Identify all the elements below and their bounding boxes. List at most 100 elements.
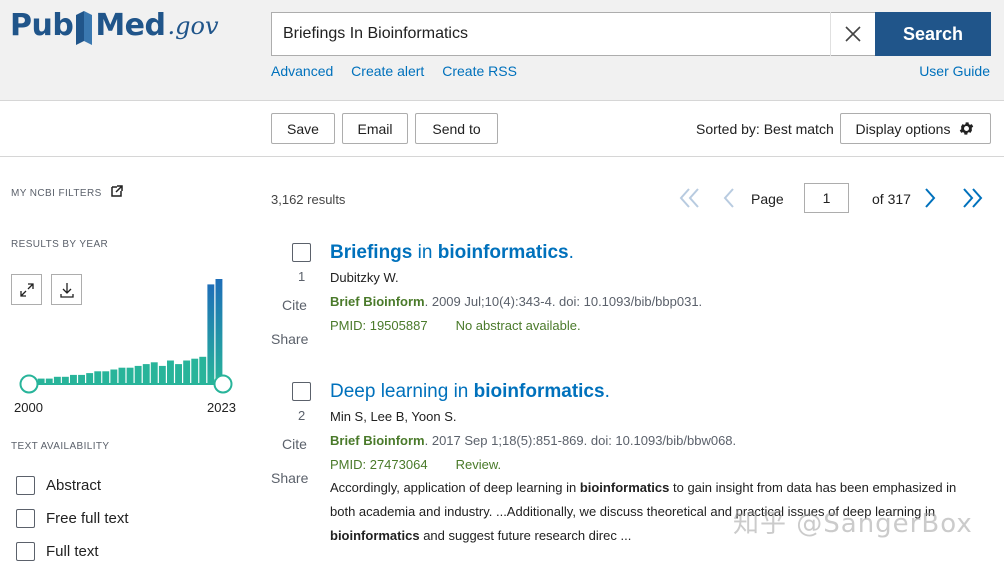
sort-label[interactable]: Sorted by: Best match: [696, 121, 834, 137]
first-page-icon[interactable]: [678, 187, 702, 209]
year-bar[interactable]: [215, 279, 223, 384]
previous-page-icon[interactable]: [721, 187, 737, 209]
share-button[interactable]: Share: [271, 470, 308, 486]
result-checkbox[interactable]: [292, 382, 311, 401]
my-ncbi-filters-label[interactable]: My NCBI Filters: [11, 185, 123, 199]
display-options-button[interactable]: Display options: [840, 113, 991, 144]
citation-details: . 2017 Sep 1;18(5):851-869. doi: 10.1093…: [424, 433, 737, 448]
year-bar[interactable]: [134, 365, 142, 384]
snippet-part: bioinformatics: [579, 480, 670, 495]
search-links: Advanced Create alert Create RSS: [271, 63, 531, 79]
year-bar[interactable]: [207, 284, 215, 384]
filter-label: Full text: [46, 543, 99, 560]
journal-name: Brief Bioinform: [330, 294, 425, 309]
results-by-year-chart[interactable]: [11, 270, 243, 400]
result-note: No abstract available.: [455, 318, 581, 333]
title-part: .: [604, 381, 610, 402]
result-note: Review.: [455, 457, 502, 472]
range-handle-end[interactable]: [213, 374, 233, 394]
result-title-link[interactable]: Deep learning in bioinformatics.: [330, 381, 610, 403]
send-to-button[interactable]: Send to: [415, 113, 498, 144]
pmid: PMID: 19505887: [330, 318, 428, 333]
create-alert-link[interactable]: Create alert: [351, 63, 424, 79]
text-availability-label: Text availability: [11, 441, 110, 452]
filter-label: Abstract: [46, 477, 102, 494]
title-part: Briefings: [330, 242, 413, 263]
search-button[interactable]: Search: [875, 12, 991, 56]
filter-label: Free full text: [46, 510, 129, 527]
range-handle-start[interactable]: [19, 374, 39, 394]
year-bar[interactable]: [199, 356, 207, 384]
year-bar[interactable]: [150, 362, 158, 384]
year-bar[interactable]: [70, 374, 77, 384]
my-ncbi-filters-text: My NCBI Filters: [11, 188, 102, 199]
year-bar[interactable]: [126, 367, 134, 384]
filter-full-text[interactable]: Full text: [16, 542, 99, 561]
close-icon: [845, 26, 861, 42]
results-toolbar: Save Email Send to Sorted by: Best match…: [0, 101, 1004, 157]
snippet-part: and suggest future research direc ...: [419, 528, 632, 543]
year-bar[interactable]: [183, 360, 191, 385]
result-number: 2: [298, 408, 306, 423]
share-button[interactable]: Share: [271, 331, 308, 347]
year-bar[interactable]: [102, 371, 110, 384]
clear-search-button[interactable]: [830, 12, 875, 56]
free-full-text-checkbox[interactable]: [16, 509, 35, 528]
year-bar[interactable]: [167, 360, 174, 385]
title-part: Deep learning in: [330, 381, 474, 402]
page-number-input[interactable]: [804, 183, 849, 213]
result-number: 1: [298, 269, 306, 284]
title-part: bioinformatics: [437, 242, 569, 263]
external-link-icon: [111, 185, 123, 197]
year-bar[interactable]: [94, 371, 102, 384]
result-checkbox[interactable]: [292, 243, 311, 262]
title-part: bioinformatics: [473, 381, 605, 402]
last-page-icon[interactable]: [960, 187, 984, 209]
year-bar[interactable]: [78, 374, 85, 384]
year-bar[interactable]: [86, 373, 94, 384]
save-button[interactable]: Save: [271, 113, 335, 144]
result-citation: Brief Bioinform. 2017 Sep 1;18(5):851-86…: [330, 433, 736, 448]
display-options-label: Display options: [855, 120, 951, 137]
year-bar[interactable]: [110, 369, 118, 385]
title-part: .: [568, 242, 574, 263]
year-bar[interactable]: [158, 365, 166, 384]
user-guide-link[interactable]: User Guide: [919, 63, 990, 79]
logo-gov: .gov: [167, 12, 219, 40]
title-part: in: [412, 242, 438, 263]
result-meta: PMID: 27473064 Review.: [330, 457, 501, 472]
filter-abstract[interactable]: Abstract: [16, 476, 101, 495]
total-pages: of 317: [872, 191, 911, 207]
result-meta: PMID: 19505887 No abstract available.: [330, 318, 581, 333]
snippet-part: bioinformatics: [330, 528, 420, 543]
year-bar[interactable]: [175, 364, 182, 384]
year-bar[interactable]: [118, 367, 126, 384]
result-authors: Dubitzky W.: [330, 270, 399, 285]
result-citation: Brief Bioinform. 2009 Jul;10(4):343-4. d…: [330, 294, 702, 309]
pubmed-logo[interactable]: Pub Med .gov: [10, 8, 219, 45]
advanced-link[interactable]: Advanced: [271, 63, 333, 79]
year-bar[interactable]: [142, 364, 150, 384]
year-end-label: 2023: [207, 400, 236, 415]
search-input[interactable]: [272, 13, 832, 55]
year-bar[interactable]: [191, 358, 199, 384]
results-by-year-label: Results by year: [11, 239, 109, 250]
filter-free-full-text[interactable]: Free full text: [16, 509, 129, 528]
full-text-checkbox[interactable]: [16, 542, 35, 561]
result-authors: Min S, Lee B, Yoon S.: [330, 409, 457, 424]
header: Pub Med .gov Search Advanced Create aler…: [0, 0, 1004, 101]
cite-button[interactable]: Cite: [282, 436, 307, 452]
abstract-checkbox[interactable]: [16, 476, 35, 495]
email-button[interactable]: Email: [342, 113, 408, 144]
citation-details: . 2009 Jul;10(4):343-4. doi: 10.1093/bib…: [424, 294, 703, 309]
book-icon: [76, 11, 93, 45]
snippet-part: Accordingly, application of deep learnin…: [330, 480, 580, 495]
result-title-link[interactable]: Briefings in bioinformatics.: [330, 242, 574, 264]
year-bar[interactable]: [53, 376, 61, 384]
results-count: 3,162 results: [271, 192, 346, 207]
create-rss-link[interactable]: Create RSS: [442, 63, 517, 79]
cite-button[interactable]: Cite: [282, 297, 307, 313]
next-page-icon[interactable]: [922, 187, 938, 209]
year-bar[interactable]: [61, 376, 69, 384]
page-label: Page: [751, 191, 784, 207]
